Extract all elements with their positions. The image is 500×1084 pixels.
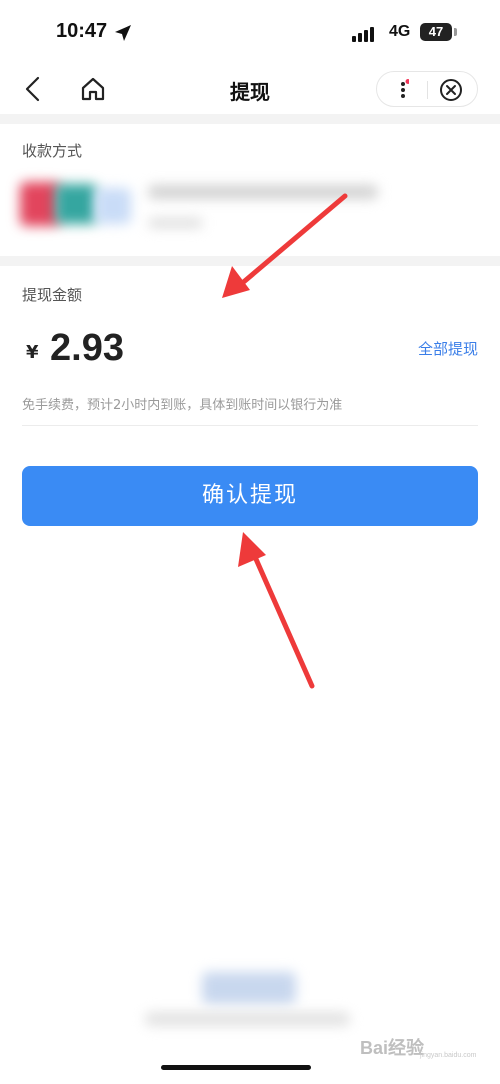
withdraw-amount-input[interactable]: 2.93 [50, 327, 124, 370]
bank-card-logo[interactable] [20, 182, 60, 226]
capsule-divider [427, 81, 428, 99]
watermark-sub: jingyan.baidu.com [420, 1052, 477, 1059]
close-circle-icon[interactable] [439, 78, 463, 102]
signal-strength-icon [352, 27, 374, 42]
fee-note: 免手续费，预计2小时内到账，具体到账时间以银行为准 [22, 398, 343, 413]
footer-text [145, 1012, 350, 1026]
battery-tip [454, 28, 457, 36]
withdraw-all-link[interactable]: 全部提现 [418, 338, 478, 359]
location-arrow-icon [115, 25, 131, 41]
annotation-arrow-to-amount [222, 193, 348, 298]
amount-divider [22, 425, 478, 426]
footer-logo [202, 972, 296, 1004]
nav-bar: 提现 [0, 64, 500, 114]
bank-account-name [148, 185, 378, 199]
bank-account-detail [148, 218, 203, 228]
annotation-arrows [222, 193, 348, 689]
battery-icon: 47 [420, 23, 452, 41]
network-type: 4G [389, 23, 411, 40]
mini-program-capsule [376, 71, 478, 107]
battery-level: 47 [428, 24, 444, 39]
more-options-icon[interactable] [399, 79, 409, 101]
bank-card-logo-shadow [95, 188, 131, 224]
confirm-withdraw-button[interactable]: 确认提现 [22, 466, 478, 526]
status-bar: 10:47 4G 47 [0, 0, 500, 64]
withdraw-amount-label: 提现金额 [22, 286, 83, 304]
home-indicator[interactable] [161, 1065, 311, 1070]
currency-symbol: ¥ [26, 342, 39, 363]
bank-card-logo-overlay [55, 184, 97, 224]
section-gap [0, 114, 500, 124]
section-gap-2 [0, 256, 500, 266]
watermark-text: Bai经验 [360, 1038, 425, 1058]
payment-method-label: 收款方式 [22, 142, 83, 160]
annotation-arrow-to-button [238, 532, 315, 689]
status-time: 10:47 [56, 20, 108, 42]
watermark: Bai经验 jingyan.baidu.com [360, 1030, 484, 1060]
